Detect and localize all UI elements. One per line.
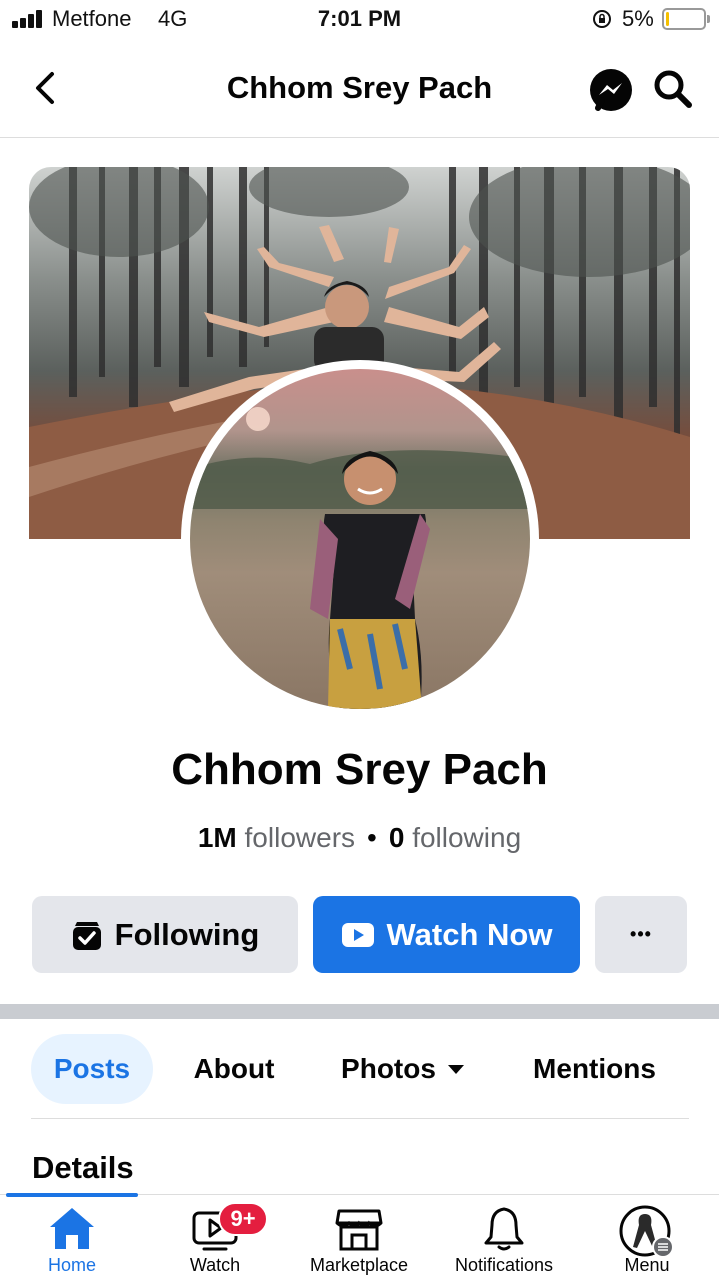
page-header: Chhom Srey Pach xyxy=(0,40,719,138)
search-icon[interactable] xyxy=(652,68,694,110)
tabs-divider xyxy=(31,1118,689,1119)
following-check-icon xyxy=(72,921,101,950)
orientation-lock-icon xyxy=(593,10,611,28)
section-divider xyxy=(0,1004,719,1019)
tab-about-label: About xyxy=(193,1053,275,1084)
battery-percent: 5% xyxy=(622,6,654,31)
following-label[interactable]: following xyxy=(412,822,521,853)
details-heading: Details xyxy=(32,1150,134,1185)
more-options-icon: ••• xyxy=(630,924,652,944)
bottom-nav: Home Watch Marketplace Notifications Men… xyxy=(0,1193,719,1280)
tab-about[interactable]: About xyxy=(180,1034,288,1104)
nav-notifications-label: Notifications xyxy=(454,1255,554,1275)
tab-posts-label: Posts xyxy=(53,1053,131,1084)
tab-photos[interactable]: Photos xyxy=(330,1034,475,1104)
tab-photos-label: Photos xyxy=(341,1053,436,1084)
tab-mentions[interactable]: Mentions xyxy=(522,1034,667,1104)
following-button-label: Following xyxy=(114,916,260,952)
nav-watch-label: Watch xyxy=(189,1255,241,1275)
nav-menu-label: Menu xyxy=(624,1255,670,1275)
profile-name: Chhom Srey Pach xyxy=(171,745,548,794)
following-button[interactable]: Following xyxy=(32,896,298,973)
marketplace-icon xyxy=(335,1209,383,1251)
battery-icon xyxy=(662,8,710,30)
followers-count[interactable]: 1M xyxy=(198,822,237,853)
bell-icon xyxy=(484,1207,524,1251)
follow-stats: 1M followers • 0 following xyxy=(0,822,719,854)
tab-posts[interactable]: Posts xyxy=(31,1034,153,1104)
video-play-icon xyxy=(341,922,374,947)
more-options-button[interactable]: ••• xyxy=(595,896,687,973)
nav-home-label: Home xyxy=(47,1255,96,1275)
caret-down-icon xyxy=(447,1064,464,1074)
menu-avatar-icon xyxy=(619,1205,674,1257)
home-icon xyxy=(50,1208,94,1249)
nav-notifications[interactable]: Notifications xyxy=(445,1195,563,1280)
nav-marketplace[interactable]: Marketplace xyxy=(300,1195,418,1280)
tab-mentions-label: Mentions xyxy=(533,1053,656,1084)
nav-menu[interactable]: Menu xyxy=(597,1195,697,1280)
nav-home[interactable]: Home xyxy=(22,1195,122,1280)
watch-notification-badge: 9+ xyxy=(218,1202,268,1236)
followers-label[interactable]: followers xyxy=(245,822,355,853)
nav-marketplace-label: Marketplace xyxy=(309,1255,409,1275)
stats-separator: • xyxy=(367,822,377,853)
battery-fill xyxy=(666,12,669,26)
following-count[interactable]: 0 xyxy=(389,822,405,853)
watch-now-button[interactable]: Watch Now xyxy=(313,896,580,973)
avatar-photo xyxy=(190,369,530,709)
messenger-icon[interactable] xyxy=(588,68,634,114)
status-bar: Metfone 4G 7:01 PM 5% xyxy=(0,0,719,40)
profile-avatar[interactable] xyxy=(181,360,539,718)
watch-now-label: Watch Now xyxy=(386,916,553,952)
